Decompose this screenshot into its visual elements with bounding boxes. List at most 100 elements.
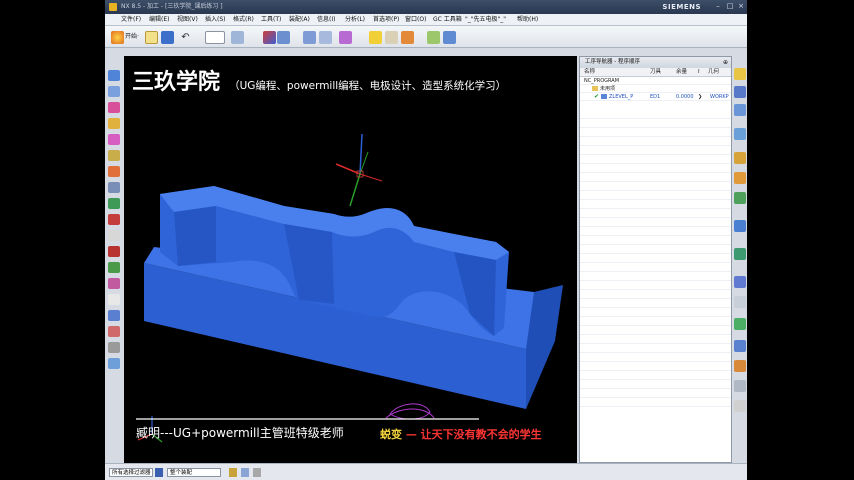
create-program-icon[interactable] — [734, 68, 746, 80]
col-stock[interactable]: 余量 — [676, 68, 687, 77]
tree-row-unused[interactable]: 未用项 — [580, 85, 731, 93]
ipw-icon[interactable] — [734, 360, 746, 372]
menu-gc-toolbox[interactable]: GC 工具箱 — [433, 14, 462, 26]
maximize-icon[interactable]: □ — [725, 2, 735, 11]
verify-path-icon[interactable] — [734, 220, 746, 232]
pin-icon[interactable]: ⊕ — [723, 57, 728, 68]
col-tool[interactable]: 刀具 — [650, 68, 661, 77]
col-geometry[interactable]: 几何 — [708, 68, 719, 77]
menu-help[interactable]: 帮助(H) — [517, 14, 538, 26]
menu-view[interactable]: 视图(V) — [177, 14, 198, 26]
slogan: 蜕变 — 让天下没有教不会的学生 — [380, 426, 542, 442]
geometry-icon[interactable] — [401, 31, 414, 44]
generate-path-icon[interactable] — [734, 172, 746, 184]
create-method-icon[interactable] — [734, 128, 746, 140]
graphics-window[interactable]: 三玖学院 （UG编程、powermill编程、电极设计、造型系统化学习） 臧明-… — [124, 56, 577, 463]
color-icon[interactable] — [108, 310, 120, 321]
snap-icon[interactable] — [303, 31, 316, 44]
operation-icon[interactable] — [443, 31, 456, 44]
operation-icon — [601, 94, 607, 99]
row-geometry: WORKP — [710, 94, 729, 100]
deselect-icon[interactable] — [253, 468, 261, 477]
edge-icon[interactable] — [108, 278, 120, 289]
navigator-grid — [580, 110, 731, 410]
minimize-icon[interactable]: – — [713, 2, 723, 11]
program-icon[interactable] — [369, 31, 382, 44]
menu-file[interactable]: 文件(F) — [121, 14, 141, 26]
properties-icon[interactable] — [734, 400, 746, 412]
navigator-columns: 名称 刀具 余量 I 几何 — [580, 68, 731, 77]
close-icon[interactable]: × — [736, 2, 746, 11]
create-tool-icon[interactable] — [734, 86, 746, 98]
measure-icon[interactable] — [319, 31, 332, 44]
col-name[interactable]: 名称 — [584, 68, 595, 77]
method-icon[interactable] — [427, 31, 440, 44]
menu-info[interactable]: 信息(I) — [317, 14, 335, 26]
tool-icon[interactable] — [385, 31, 398, 44]
create-geometry-icon[interactable] — [734, 104, 746, 116]
tree-row-operation[interactable]: ✔ ZLEVEL_P ED1 0.0000 ❯ WORKP — [580, 93, 731, 101]
roles-icon[interactable] — [108, 182, 120, 193]
menu-insert[interactable]: 插入(S) — [205, 14, 226, 26]
start-icon[interactable] — [111, 31, 124, 44]
standard-toolbar: 开始· ↶ — [105, 26, 747, 48]
history-icon[interactable] — [108, 118, 120, 129]
x-axis — [335, 163, 361, 175]
shop-doc-icon[interactable] — [734, 296, 746, 308]
layer-icon[interactable] — [231, 31, 244, 44]
menu-format[interactable]: 格式(R) — [233, 14, 254, 26]
operation-navigator-icon[interactable] — [108, 214, 120, 225]
y-axis — [349, 173, 361, 207]
feature-icon[interactable] — [108, 262, 120, 273]
selection-mode-icon[interactable] — [205, 31, 225, 44]
col-indicator[interactable]: I — [698, 68, 700, 77]
row-name: 未用项 — [600, 86, 616, 92]
title-bar: NX 8.5 - 加工 - [三玖学院_课后练习 ] SIEMENS – □ × — [105, 0, 747, 14]
start-menu-label[interactable]: 开始· — [125, 30, 139, 44]
menu-window[interactable]: 窗口(O) — [405, 14, 426, 26]
tool-path-display-icon[interactable] — [734, 340, 746, 352]
tree-row-program[interactable]: NC_PROGRAM — [580, 77, 731, 85]
list-icon[interactable] — [734, 380, 746, 392]
pocket-wall-left — [174, 206, 216, 266]
render-style-icon[interactable] — [263, 31, 276, 44]
scope-dropdown[interactable]: 整个装配 — [167, 468, 221, 477]
create-operation-icon[interactable] — [734, 152, 746, 164]
navigator-title: 工序导航器 - 程序顺序 — [585, 59, 640, 65]
save-icon[interactable] — [161, 31, 174, 44]
filter-arrow-icon[interactable] — [155, 468, 163, 477]
point-icon[interactable] — [339, 31, 352, 44]
right-toolbar — [733, 56, 747, 416]
window-title: NX 8.5 - 加工 - [三玖学院_课后练习 ] — [121, 3, 223, 10]
new-file-icon[interactable] — [145, 31, 158, 44]
view-icon[interactable] — [277, 31, 290, 44]
feed-speed-icon[interactable] — [734, 318, 746, 330]
reuse-library-icon[interactable] — [108, 134, 120, 145]
system-scene-icon[interactable] — [108, 198, 120, 209]
simulate-icon[interactable] — [734, 248, 746, 260]
machine-navigator-icon[interactable] — [108, 230, 120, 241]
constraint-navigator-icon[interactable] — [108, 86, 120, 97]
part-navigator-icon[interactable] — [108, 102, 120, 113]
select-all-icon[interactable] — [241, 468, 249, 477]
object-display-icon[interactable] — [108, 342, 120, 353]
snap-point-icon[interactable] — [229, 468, 237, 477]
layer-settings-icon[interactable] — [108, 326, 120, 337]
menu-edit[interactable]: 编辑(E) — [149, 14, 169, 26]
menu-assembly[interactable]: 装配(A) — [289, 14, 310, 26]
slogan-keyword: 蜕变 — [380, 428, 402, 441]
palette-icon[interactable] — [108, 166, 120, 177]
undo-icon[interactable]: ↶ — [179, 31, 192, 44]
menu-electrode-plugin[interactable]: "_"先五电极"_" — [465, 14, 506, 26]
replay-path-icon[interactable] — [734, 192, 746, 204]
face-icon[interactable] — [108, 294, 120, 305]
assembly-navigator-icon[interactable] — [108, 70, 120, 81]
selection-filter-dropdown[interactable]: 所有选择过滤器 — [109, 468, 153, 477]
web-browser-icon[interactable] — [108, 150, 120, 161]
postprocess-icon[interactable] — [734, 276, 746, 288]
menu-analysis[interactable]: 分析(L) — [345, 14, 365, 26]
menu-tools[interactable]: 工具(T) — [261, 14, 281, 26]
menu-preferences[interactable]: 首选项(P) — [373, 14, 399, 26]
hide-icon[interactable] — [108, 358, 120, 369]
info-icon[interactable] — [108, 246, 120, 257]
